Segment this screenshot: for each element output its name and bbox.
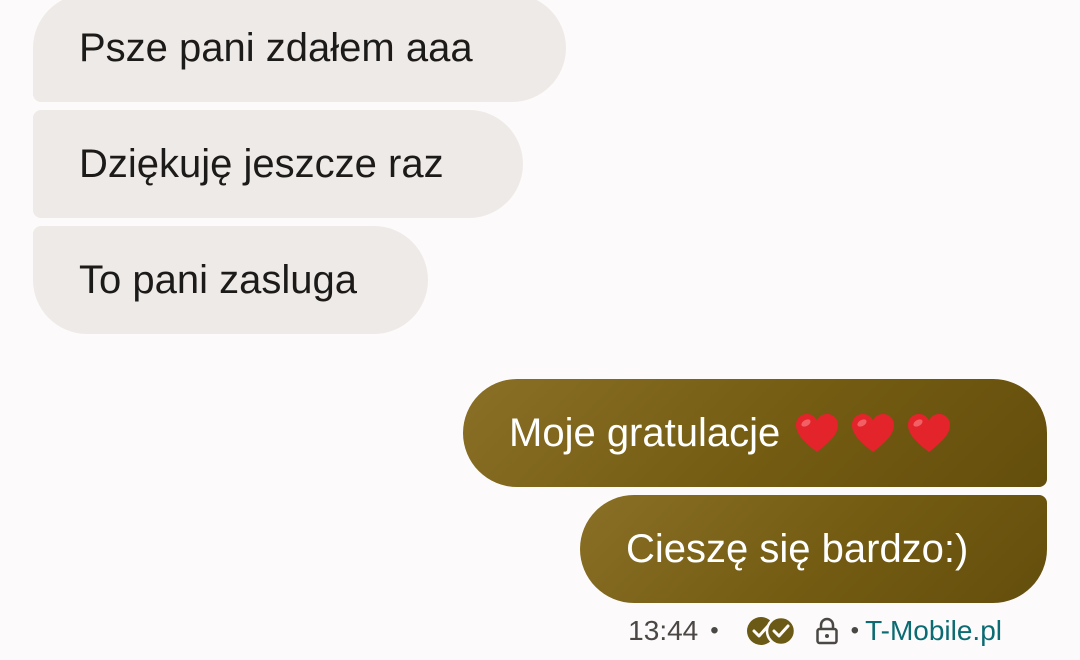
message-bubble-incoming[interactable]: Psze pani zdałem aaa (33, 0, 566, 102)
red-heart-icon (906, 412, 952, 454)
message-text: Moje gratulacje (509, 410, 781, 455)
message-bubble-outgoing[interactable]: Cieszę się bardzo:) (580, 495, 1047, 603)
red-heart-icon (794, 412, 840, 454)
message-bubble-incoming[interactable]: To pani zasluga (33, 226, 428, 334)
message-text: Dziękuję jeszcze raz (79, 141, 444, 186)
message-bubble-incoming[interactable]: Dziękuję jeszcze raz (33, 110, 523, 218)
message-text: Cieszę się bardzo:) (626, 526, 969, 571)
red-heart-icon (850, 412, 896, 454)
message-bubble-outgoing[interactable]: Moje gratulacje (463, 379, 1047, 487)
message-time: 13:44 (628, 615, 699, 646)
emoji-group (794, 412, 952, 454)
message-status-row: 13:44 • • T-Mobile.pl (628, 610, 1002, 652)
message-text: To pani zasluga (79, 257, 357, 302)
separator-dot: • (710, 617, 719, 644)
lock-icon (815, 617, 839, 645)
carrier-name: T-Mobile.pl (865, 615, 1002, 646)
separator-dot: • (850, 617, 860, 644)
double-check-icon (745, 615, 797, 647)
message-text: Psze pani zdałem aaa (79, 25, 473, 70)
